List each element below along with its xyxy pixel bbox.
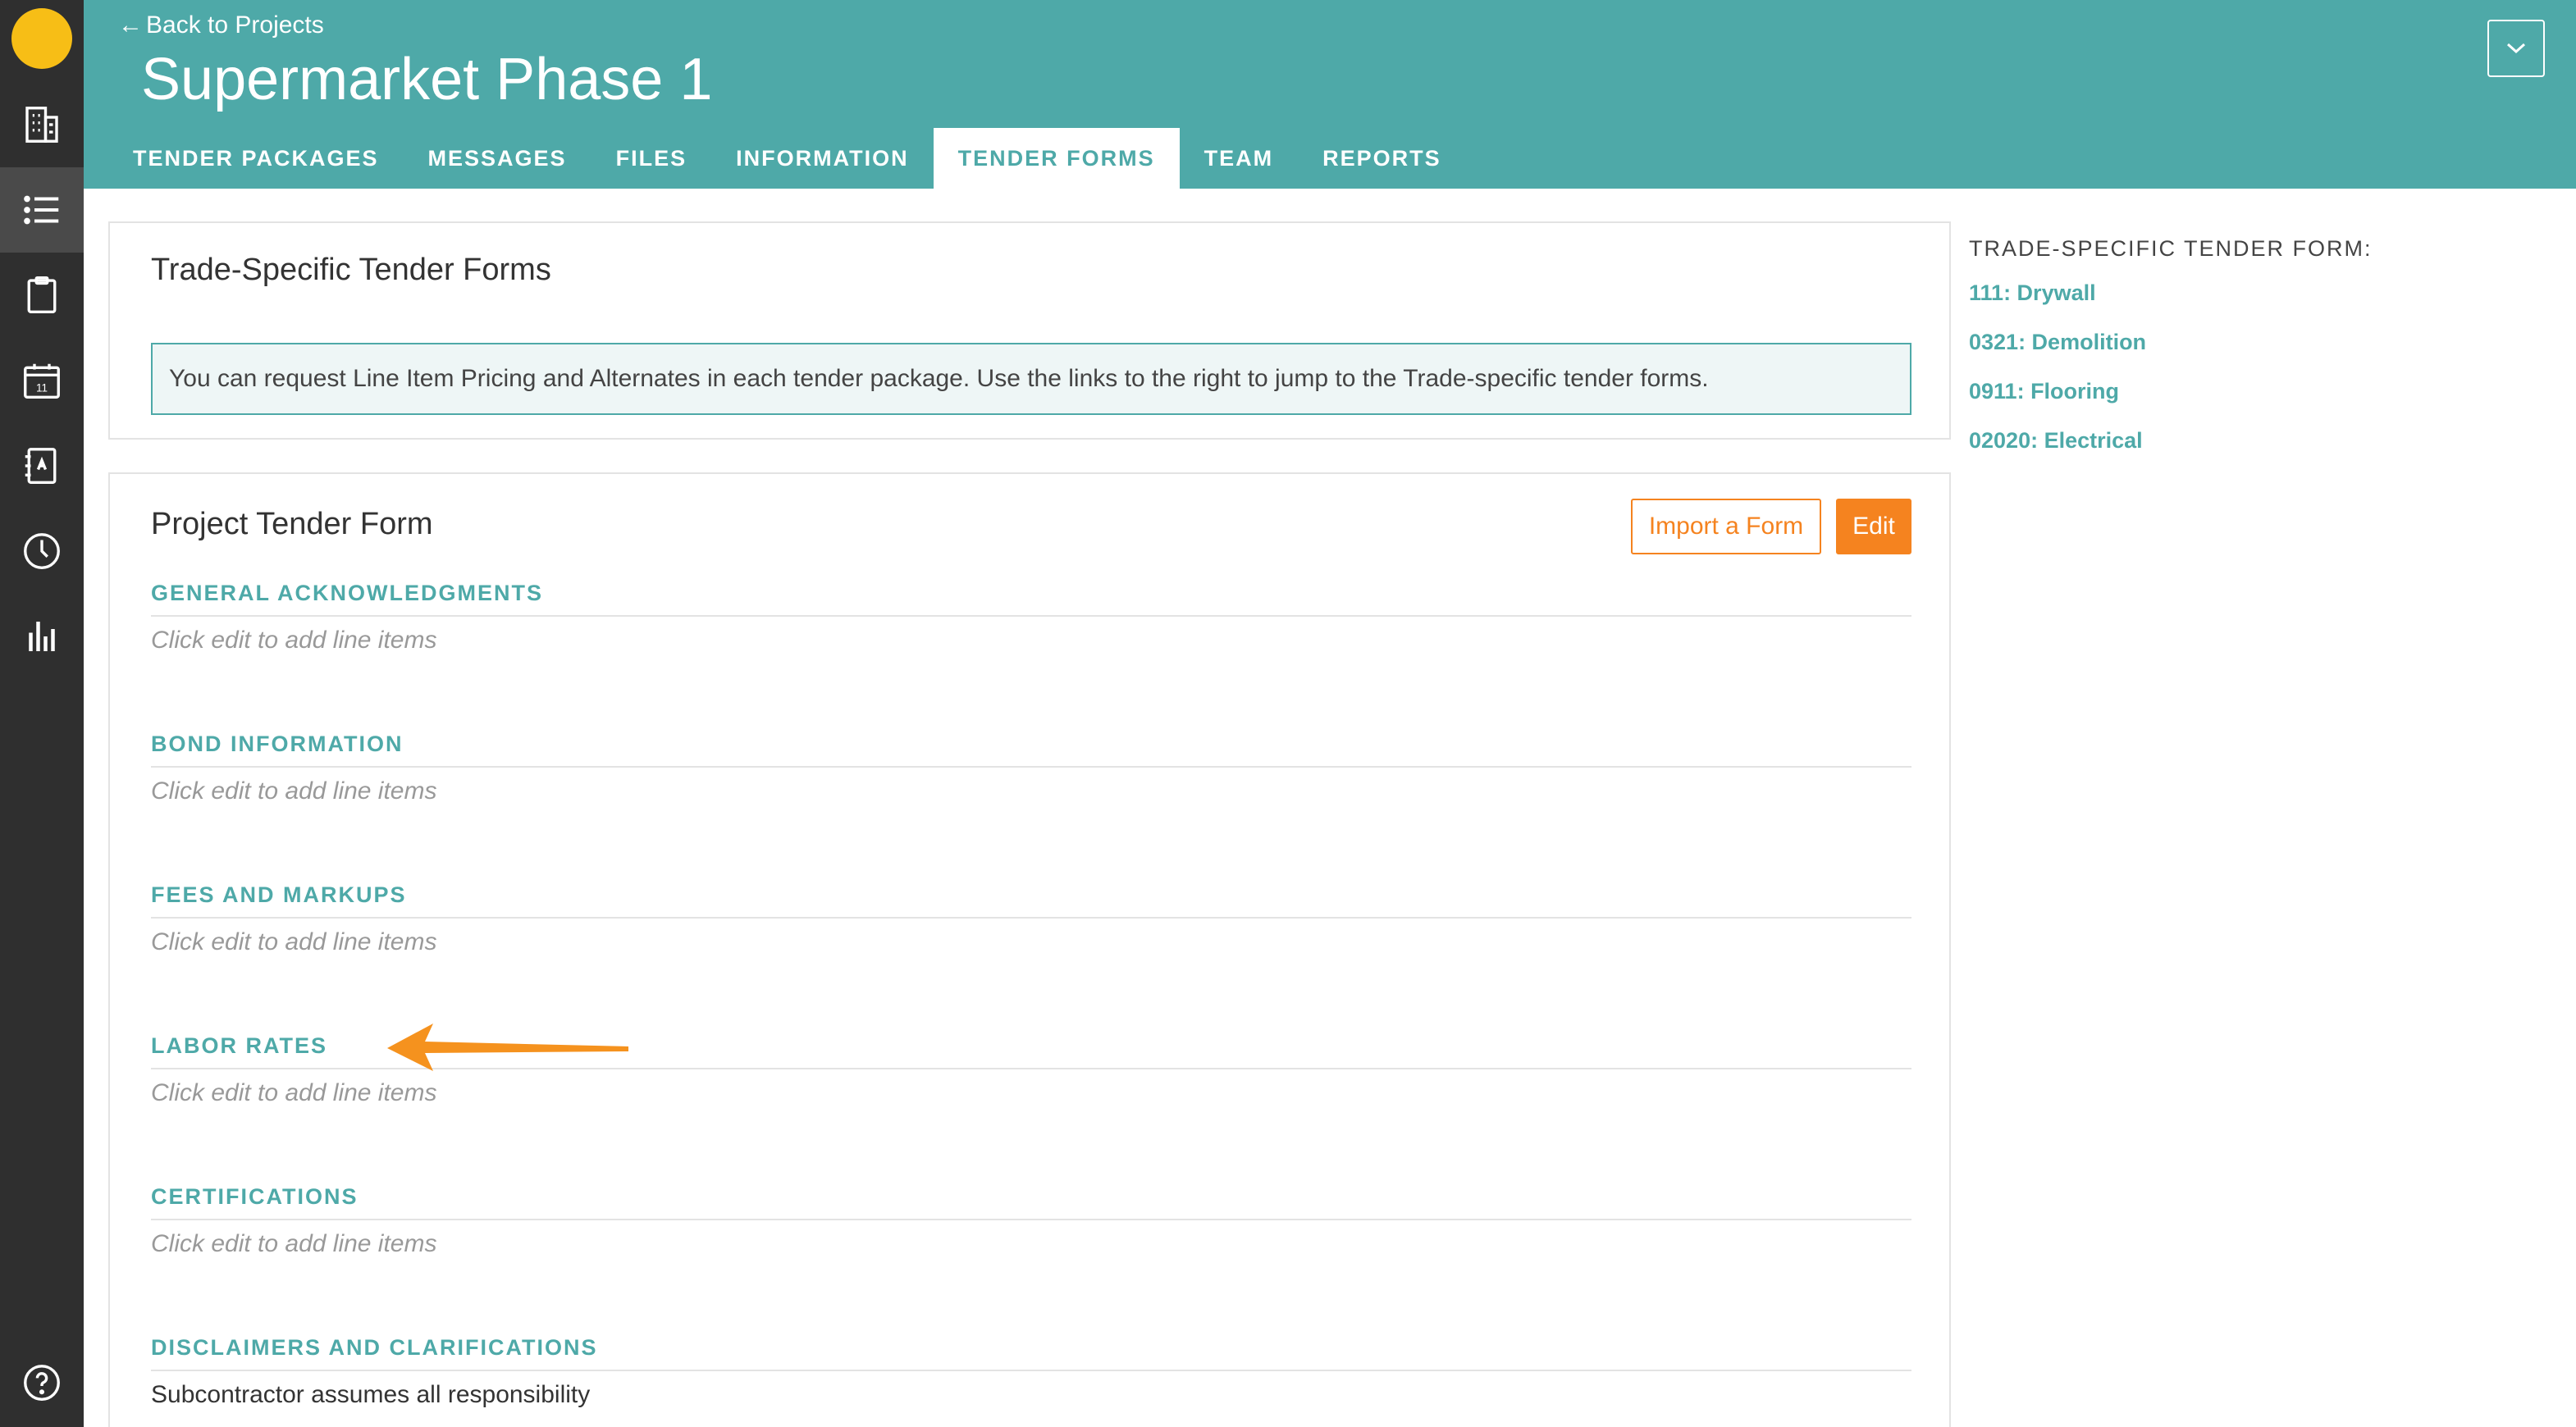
project-header: ← Back to Projects Supermarket Phase 1 T… xyxy=(84,0,2576,189)
project-tender-form-card: Project Tender Form Import a Form Edit G… xyxy=(108,472,1951,1427)
section-general-acknowledgments: GENERAL ACKNOWLEDGMENTS Click edit to ad… xyxy=(151,577,1911,654)
section-disclaimers-and-clarifications: DISCLAIMERS AND CLARIFICATIONS Subcontra… xyxy=(151,1332,1911,1409)
trade-link-demolition[interactable]: 0321: Demolition xyxy=(1969,330,2146,355)
trade-form-sidebar-heading: TRADE-SPECIFIC TENDER FORM: xyxy=(1969,236,2373,261)
tab-messages[interactable]: MESSAGES xyxy=(404,128,591,189)
section-line-item: Subcontractor assumes all responsibility xyxy=(151,1381,591,1408)
info-notice: You can request Line Item Pricing and Al… xyxy=(151,343,1911,415)
calendar-day: 11 xyxy=(36,382,48,394)
left-rail: 11 xyxy=(0,0,84,1427)
section-heading: GENERAL ACKNOWLEDGMENTS xyxy=(151,577,1911,617)
section-placeholder: Click edit to add line items xyxy=(151,777,437,805)
section-heading: FEES AND MARKUPS xyxy=(151,879,1911,919)
section-placeholder: Click edit to add line items xyxy=(151,627,437,654)
tab-team[interactable]: TEAM xyxy=(1180,128,1299,189)
section-heading: BOND INFORMATION xyxy=(151,728,1911,768)
calendar-icon[interactable]: 11 xyxy=(0,338,84,423)
list-icon[interactable] xyxy=(0,167,84,253)
section-fees-and-markups: FEES AND MARKUPS Click edit to add line … xyxy=(151,879,1911,956)
edit-button[interactable]: Edit xyxy=(1836,499,1911,554)
section-placeholder: Click edit to add line items xyxy=(151,1230,437,1257)
project-tabs: TENDER PACKAGES MESSAGES FILES INFORMATI… xyxy=(108,128,1466,189)
trade-specific-title: Trade-Specific Tender Forms xyxy=(151,253,551,287)
trade-link-electrical[interactable]: 02020: Electrical xyxy=(1969,428,2143,454)
project-title: Supermarket Phase 1 xyxy=(141,47,713,112)
import-form-button[interactable]: Import a Form xyxy=(1631,499,1821,554)
help-icon[interactable] xyxy=(0,1340,84,1425)
tab-tender-packages[interactable]: TENDER PACKAGES xyxy=(108,128,404,189)
section-bond-information: BOND INFORMATION Click edit to add line … xyxy=(151,728,1911,805)
trade-link-drywall[interactable]: 111: Drywall xyxy=(1969,280,2096,306)
tab-information[interactable]: INFORMATION xyxy=(711,128,933,189)
logo[interactable] xyxy=(11,8,72,69)
project-tender-form-title: Project Tender Form xyxy=(151,507,433,541)
app: 11 ← Back to Projects Supermarket Phase … xyxy=(0,0,2576,1427)
section-placeholder: Click edit to add line items xyxy=(151,1079,437,1106)
trade-link-flooring[interactable]: 0911: Flooring xyxy=(1969,379,2119,404)
arrow-left-icon: ← xyxy=(118,11,143,39)
tab-reports[interactable]: REPORTS xyxy=(1298,128,1466,189)
tab-tender-forms[interactable]: TENDER FORMS xyxy=(933,128,1180,189)
section-certifications: CERTIFICATIONS Click edit to add line it… xyxy=(151,1181,1911,1258)
clipboard-icon[interactable] xyxy=(0,253,84,338)
section-heading: CERTIFICATIONS xyxy=(151,1181,1911,1220)
clock-icon[interactable] xyxy=(0,508,84,594)
trade-specific-card: Trade-Specific Tender Forms You can requ… xyxy=(108,221,1951,440)
back-to-projects-link[interactable]: ← Back to Projects xyxy=(118,11,324,39)
tab-files[interactable]: FILES xyxy=(591,128,712,189)
project-menu-dropdown[interactable] xyxy=(2487,20,2545,77)
section-heading: DISCLAIMERS AND CLARIFICATIONS xyxy=(151,1332,1911,1371)
chevron-down-icon xyxy=(2506,43,2526,54)
bar-chart-icon[interactable] xyxy=(0,594,84,679)
annotation-arrow-icon xyxy=(387,1024,628,1071)
section-placeholder: Click edit to add line items xyxy=(151,928,437,955)
back-label: Back to Projects xyxy=(146,11,324,39)
building-icon[interactable] xyxy=(0,82,84,167)
address-book-icon[interactable] xyxy=(0,423,84,508)
